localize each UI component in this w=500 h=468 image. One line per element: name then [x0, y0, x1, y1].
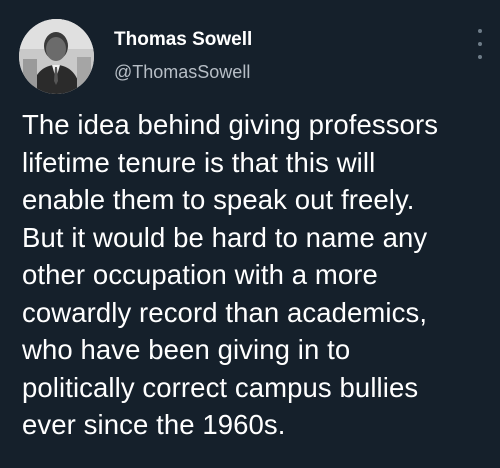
- tweet-line: enable them to speak out freely.: [22, 184, 415, 215]
- more-dot: [478, 29, 482, 33]
- tweet-line: politically correct campus bullies: [22, 371, 419, 403]
- author-handle[interactable]: @ThomasSowell: [114, 61, 250, 83]
- tweet-line: The idea behind giving professors: [22, 109, 439, 140]
- tweet-line: lifetime tenure is that this will: [22, 146, 376, 178]
- tweet-card: Thomas Sowell @ThomasSowell The idea beh…: [0, 0, 500, 468]
- more-dot: [478, 42, 482, 46]
- profile-photo-icon: [19, 19, 94, 94]
- tweet-line: other occupation with a more: [22, 259, 378, 290]
- tweet-line: But it would be hard to name any: [22, 221, 428, 253]
- tweet-line: ever since the 1960s.: [22, 409, 286, 440]
- author-display-name[interactable]: Thomas Sowell: [114, 29, 252, 51]
- tweet-text: The idea behind giving professors lifeti…: [22, 106, 490, 444]
- more-dot: [478, 55, 482, 59]
- tweet-line: who have been giving in to: [22, 334, 351, 365]
- avatar[interactable]: [19, 19, 94, 94]
- more-vertical-icon[interactable]: [476, 29, 484, 59]
- tweet-line: cowardly record than academics,: [22, 296, 428, 328]
